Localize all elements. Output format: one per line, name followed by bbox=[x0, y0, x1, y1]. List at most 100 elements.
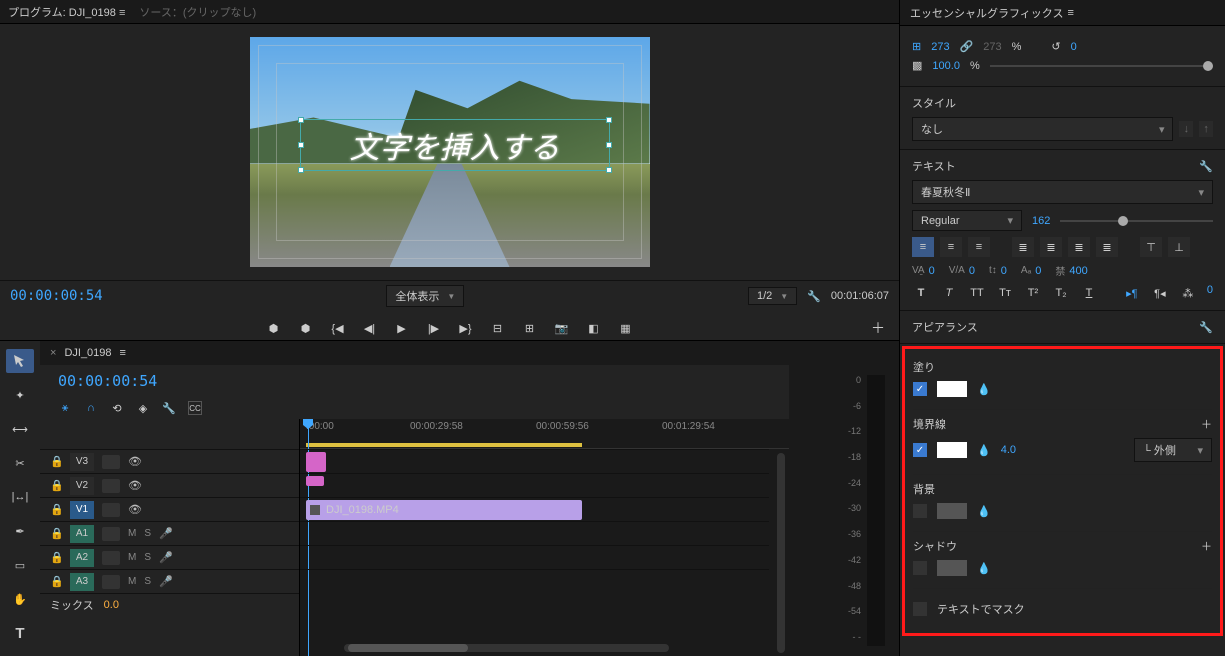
font-size-value[interactable]: 162 bbox=[1032, 215, 1050, 227]
underline-icon[interactable]: T bbox=[1080, 284, 1098, 302]
mark-in-icon[interactable]: ⬢ bbox=[265, 319, 283, 337]
go-in-icon[interactable]: {◀ bbox=[329, 319, 347, 337]
add-icon[interactable]: ＋ bbox=[1201, 538, 1212, 554]
toggle-output-icon[interactable] bbox=[102, 455, 120, 469]
eyedropper-icon[interactable]: 💧 bbox=[977, 383, 991, 396]
justify-full-icon[interactable]: ≣ bbox=[1096, 237, 1118, 257]
justify-left-icon[interactable]: ≣ bbox=[1012, 237, 1034, 257]
timeline-ruler[interactable]: :00:00 00:00:29:58 00:00:59:56 00:01:29:… bbox=[300, 419, 789, 449]
track-v2[interactable]: V2 bbox=[70, 477, 94, 495]
selection-tool-icon[interactable] bbox=[6, 349, 34, 373]
mix-value[interactable]: 0.0 bbox=[104, 599, 119, 611]
ltr-icon[interactable]: ¶◂ bbox=[1151, 284, 1169, 302]
mark-out-icon[interactable]: ⬢ bbox=[297, 319, 315, 337]
play-icon[interactable]: ▶ bbox=[393, 319, 411, 337]
ripple-tool-icon[interactable]: ⟷ bbox=[6, 417, 34, 441]
video-clip[interactable]: DJI_0198.MP4 bbox=[306, 500, 582, 520]
background-color-swatch[interactable] bbox=[937, 503, 967, 519]
slip-tool-icon[interactable]: |↔| bbox=[6, 485, 34, 509]
justify-center-icon[interactable]: ≣ bbox=[1040, 237, 1062, 257]
track-a3[interactable]: A3 bbox=[70, 573, 94, 591]
eye-icon[interactable]: 👁 bbox=[128, 455, 142, 468]
fill-checkbox[interactable]: ✓ bbox=[913, 382, 927, 396]
settings-icon[interactable]: 🔧 bbox=[162, 401, 176, 415]
source-tab[interactable]: ソース：(クリップなし) bbox=[139, 4, 256, 20]
type-tool-icon[interactable]: T bbox=[6, 621, 34, 645]
eyedropper-icon[interactable]: 💧 bbox=[977, 505, 991, 518]
bold-icon[interactable]: T bbox=[912, 284, 930, 302]
compare-icon[interactable]: ◧ bbox=[585, 319, 603, 337]
hand-tool-icon[interactable]: ✋ bbox=[6, 587, 34, 611]
allcaps-icon[interactable]: TT bbox=[968, 284, 986, 302]
track-a1[interactable]: A1 bbox=[70, 525, 94, 543]
program-tab[interactable]: プログラム: DJI_0198 ≡ bbox=[8, 4, 125, 20]
eye-icon[interactable]: 👁 bbox=[128, 479, 142, 492]
export-frame-icon[interactable]: 📷 bbox=[553, 319, 571, 337]
safe-margin-icon[interactable]: ▦ bbox=[617, 319, 635, 337]
track-select-tool-icon[interactable]: ✦ bbox=[6, 383, 34, 407]
digits-icon[interactable]: ⁂ bbox=[1179, 284, 1197, 302]
cc-icon[interactable]: CC bbox=[188, 401, 202, 415]
scrollbar-vertical[interactable] bbox=[777, 453, 785, 653]
font-weight-dropdown[interactable]: Regular▾ bbox=[912, 210, 1022, 231]
timeline-tab[interactable]: DJI_0198 bbox=[64, 347, 111, 359]
track-a2[interactable]: A2 bbox=[70, 549, 94, 567]
rtl-icon[interactable]: ▸¶ bbox=[1123, 284, 1141, 302]
graphics-clip[interactable] bbox=[306, 452, 326, 472]
close-icon[interactable]: × bbox=[50, 347, 56, 359]
mic-icon[interactable]: 🎤 bbox=[159, 575, 173, 588]
program-viewer[interactable]: 文字を挿入する bbox=[250, 37, 650, 267]
wrench-icon[interactable]: 🔧 bbox=[807, 290, 821, 303]
lift-icon[interactable]: ⊟ bbox=[489, 319, 507, 337]
opacity-icon[interactable]: ▩ bbox=[912, 59, 922, 72]
valign-bottom-icon[interactable]: ⊥ bbox=[1168, 237, 1190, 257]
rectangle-tool-icon[interactable]: ▭ bbox=[6, 553, 34, 577]
fill-color-swatch[interactable] bbox=[937, 381, 967, 397]
extract-icon[interactable]: ⊞ bbox=[521, 319, 539, 337]
smallcaps-icon[interactable]: Tᴛ bbox=[996, 284, 1014, 302]
shadow-color-swatch[interactable] bbox=[937, 560, 967, 576]
up-arrow-icon[interactable]: ↑ bbox=[1199, 121, 1213, 137]
stroke-checkbox[interactable]: ✓ bbox=[913, 443, 927, 457]
link-icon[interactable]: 🔗 bbox=[960, 40, 974, 53]
timeline-timecode[interactable]: 00:00:00:54 bbox=[58, 372, 157, 390]
lock-icon[interactable]: 🔒 bbox=[50, 455, 62, 468]
justify-right-icon[interactable]: ≣ bbox=[1068, 237, 1090, 257]
text-layer-bounds[interactable]: 文字を挿入する bbox=[300, 119, 610, 171]
snap-icon[interactable]: ⚹ bbox=[58, 401, 72, 415]
shadow-checkbox[interactable]: ✓ bbox=[913, 561, 927, 575]
eye-icon[interactable]: 👁 bbox=[128, 503, 142, 516]
stroke-width[interactable]: 4.0 bbox=[1001, 444, 1016, 456]
superscript-icon[interactable]: T² bbox=[1024, 284, 1042, 302]
lock-icon[interactable]: 🔒 bbox=[50, 503, 62, 516]
button-editor-icon[interactable]: ＋ bbox=[871, 318, 885, 338]
align-center-icon[interactable]: ≡ bbox=[940, 237, 962, 257]
go-out-icon[interactable]: ▶} bbox=[457, 319, 475, 337]
program-timecode-in[interactable]: 00:00:00:54 bbox=[10, 288, 103, 304]
down-arrow-icon[interactable]: ↓ bbox=[1179, 121, 1193, 137]
scrollbar-horizontal[interactable] bbox=[344, 644, 669, 652]
rotate-icon[interactable]: ↺ bbox=[1051, 40, 1060, 53]
zoom-dropdown[interactable]: 1/2▼ bbox=[748, 287, 797, 305]
pin-icon[interactable]: ⊞ bbox=[912, 40, 921, 53]
step-back-icon[interactable]: ◀| bbox=[361, 319, 379, 337]
opacity-value[interactable]: 100.0 bbox=[932, 60, 960, 72]
timeline-tracks[interactable]: :00:00 00:00:29:58 00:00:59:56 00:01:29:… bbox=[300, 419, 789, 656]
lock-icon[interactable]: 🔒 bbox=[50, 551, 62, 564]
track-v1[interactable]: V1 bbox=[70, 501, 94, 519]
mic-icon[interactable]: 🎤 bbox=[159, 551, 173, 564]
wrench-icon[interactable]: 🔧 bbox=[1199, 160, 1213, 173]
font-dropdown[interactable]: 春夏秋冬Ⅱ▾ bbox=[912, 180, 1213, 204]
rotation-value[interactable]: 0 bbox=[1071, 41, 1077, 53]
subscript-icon[interactable]: T₂ bbox=[1052, 284, 1070, 302]
wrench-icon[interactable]: 🔧 bbox=[1199, 321, 1213, 334]
marker-icon[interactable]: ◈ bbox=[136, 401, 150, 415]
background-checkbox[interactable]: ✓ bbox=[913, 504, 927, 518]
mask-checkbox[interactable]: ✓ bbox=[913, 602, 927, 616]
lock-icon[interactable]: 🔒 bbox=[50, 479, 62, 492]
font-size-slider[interactable] bbox=[1060, 220, 1213, 222]
lock-icon[interactable]: 🔒 bbox=[50, 575, 62, 588]
eyedropper-icon[interactable]: 💧 bbox=[977, 444, 991, 457]
align-right-icon[interactable]: ≡ bbox=[968, 237, 990, 257]
add-icon[interactable]: ＋ bbox=[1201, 416, 1212, 432]
